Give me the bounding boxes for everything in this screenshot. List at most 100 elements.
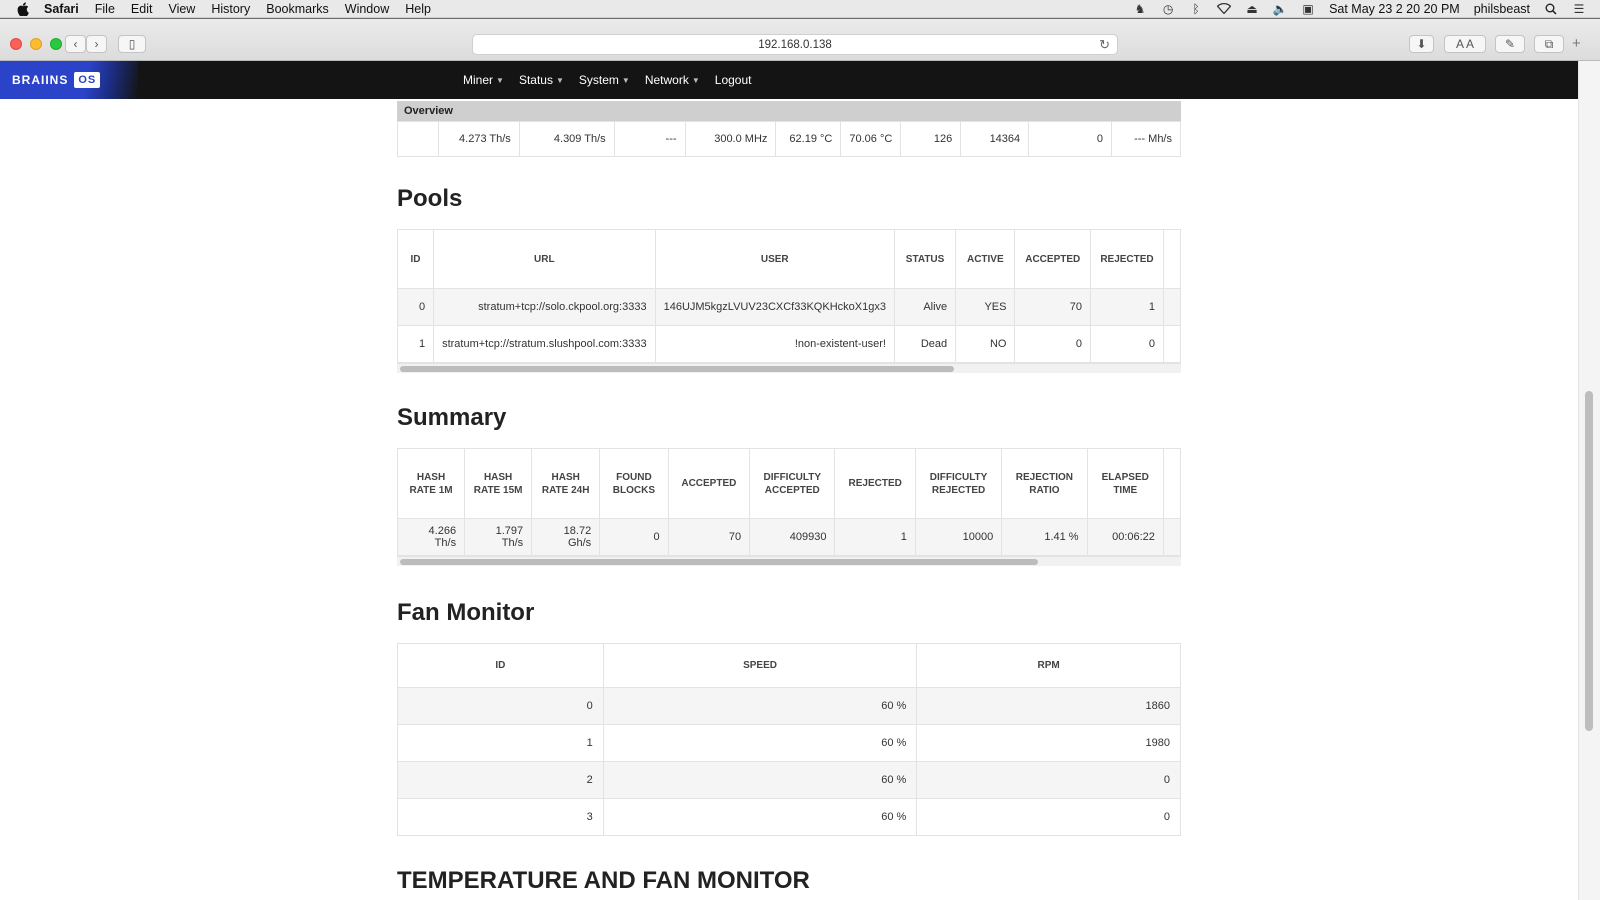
pool-rejected: 1 <box>1090 288 1164 326</box>
close-window-button[interactable] <box>10 38 22 50</box>
nav-system-label: System <box>578 73 619 87</box>
menu-history[interactable]: History <box>211 2 250 16</box>
nav-miner[interactable]: Miner ▼ <box>463 73 504 87</box>
summary-accepted: 70 <box>667 518 751 556</box>
pen-icon: ✎ <box>1504 37 1516 51</box>
overview-table: 4.273 Th/s 4.309 Th/s --- 300.0 MHz 62.1… <box>397 121 1182 157</box>
wifi-icon[interactable] <box>1217 2 1232 16</box>
minimize-window-button[interactable] <box>30 38 42 50</box>
text-size-button[interactable]: A A <box>1444 35 1486 53</box>
overview-cell: --- Mh/s <box>1110 121 1182 157</box>
spotlight-search-icon[interactable] <box>1544 2 1558 16</box>
fullscreen-window-button[interactable] <box>50 38 62 50</box>
summary-found-blocks: 0 <box>599 518 669 556</box>
pool-id: 0 <box>396 288 435 326</box>
top-navbar: BRAIINS OS Miner ▼ Status ▼ System ▼ Networ… <box>0 61 1578 99</box>
pool-rejected: 0 <box>1090 325 1164 363</box>
input-source-icon[interactable]: ▣ <box>1301 2 1315 16</box>
table-row: 3 60 % 0 <box>397 798 1181 836</box>
new-tab-button[interactable]: + <box>1572 35 1581 52</box>
fan-rpm: 1980 <box>916 724 1181 762</box>
fan-id: 0 <box>397 687 604 725</box>
text-size-icon: A A <box>1455 37 1475 51</box>
menu-window[interactable]: Window <box>345 2 389 16</box>
summary-col-more <box>1162 448 1182 519</box>
menu-view[interactable]: View <box>168 2 195 16</box>
markup-button[interactable]: ✎ <box>1495 35 1525 53</box>
summary-col-hashrate-15m: HASH RATE 15M <box>464 448 533 519</box>
tab-overview-button[interactable]: ⧉ <box>1534 35 1564 53</box>
sidebar-icon: ▯ <box>128 37 136 51</box>
nav-system[interactable]: System ▼ <box>579 73 630 87</box>
summary-horizontal-scrollbar[interactable] <box>397 556 1181 566</box>
page-scroll-thumb[interactable] <box>1585 391 1593 731</box>
overview-cell: 4.273 Th/s <box>437 121 520 157</box>
download-icon: ⬇ <box>1416 37 1427 51</box>
summary-col-hashrate-1m: HASH RATE 1M <box>396 448 466 519</box>
nav-status-label: Status <box>518 73 553 87</box>
page-vertical-scrollbar[interactable] <box>1578 61 1600 900</box>
fan-col-speed: SPEED <box>602 643 918 688</box>
forward-button[interactable]: › <box>86 35 107 53</box>
reload-icon[interactable]: ↻ <box>1099 37 1110 53</box>
time-machine-icon[interactable]: ◷ <box>1161 2 1175 16</box>
pool-accepted: 0 <box>1014 325 1092 363</box>
summary-heading: Summary <box>397 404 507 431</box>
nav-logout-label: Logout <box>714 73 752 87</box>
menu-edit[interactable]: Edit <box>131 2 153 16</box>
fan-id: 3 <box>397 798 604 836</box>
table-row: 4.266 Th/s 1.797 Th/s 18.72 Gh/s 0 70 40… <box>396 518 1182 556</box>
pools-scroll-thumb[interactable] <box>400 366 954 372</box>
back-button[interactable]: ‹ <box>65 35 86 53</box>
summary-difficulty-rejected: 10000 <box>914 518 1003 556</box>
summary-difficulty-accepted: 409930 <box>749 518 836 556</box>
bluetooth-icon[interactable]: ᛒ <box>1189 2 1203 16</box>
overview-row: 4.273 Th/s 4.309 Th/s --- 300.0 MHz 62.1… <box>397 121 1182 157</box>
fan-rpm: 0 <box>916 798 1181 836</box>
web-page: BRAIINS OS Miner ▼ Status ▼ System ▼ Networ… <box>0 61 1578 900</box>
nav-logout[interactable]: Logout <box>715 73 752 87</box>
downloads-button[interactable]: ⬇ <box>1409 35 1434 53</box>
menu-file[interactable]: File <box>95 2 115 16</box>
pools-col-id: ID <box>396 229 435 289</box>
address-bar[interactable]: 192.168.0.138 ↻ <box>472 34 1118 55</box>
menu-bookmarks[interactable]: Bookmarks <box>266 2 329 16</box>
nav-status[interactable]: Status ▼ <box>519 73 564 87</box>
summary-table: HASH RATE 1M HASH RATE 15M HASH RATE 24H… <box>396 448 1182 556</box>
sidebar-toggle-button[interactable]: ▯ <box>118 35 146 53</box>
menu-help[interactable]: Help <box>405 2 431 16</box>
notification-center-icon[interactable]: ☰ <box>1572 2 1586 16</box>
fan-col-id: ID <box>397 643 604 688</box>
pool-user: !non-existent-user! <box>654 325 895 363</box>
temperature-fan-monitor-heading: TEMPERATURE AND FAN MONITOR <box>397 867 810 894</box>
app-status-icon[interactable]: ♞ <box>1133 2 1147 16</box>
main-navigation: Miner ▼ Status ▼ System ▼ Network ▼ Logout <box>463 61 751 99</box>
pools-horizontal-scrollbar[interactable] <box>397 363 1181 373</box>
summary-rejected: 1 <box>834 518 916 556</box>
overview-cell: 14364 <box>960 121 1030 157</box>
table-row: 2 60 % 0 <box>397 761 1181 799</box>
overview-cell <box>397 121 439 157</box>
pools-col-url: URL <box>433 229 656 289</box>
summary-col-found-blocks: FOUND BLOCKS <box>599 448 669 519</box>
volume-icon[interactable]: 🔈 <box>1273 2 1288 16</box>
braiins-os-logo[interactable]: BRAIINS OS <box>0 61 138 99</box>
pools-col-rejected: REJECTED <box>1090 229 1164 289</box>
overview-cell: 126 <box>900 121 962 157</box>
apple-menu-icon[interactable] <box>16 1 30 16</box>
summary-scroll-thumb[interactable] <box>400 559 1038 565</box>
pool-status: Dead <box>893 325 957 363</box>
pools-col-active: ACTIVE <box>955 229 1016 289</box>
overview-cell: 0 <box>1028 121 1112 157</box>
pool-accepted: 70 <box>1014 288 1092 326</box>
summary-more <box>1162 518 1182 556</box>
pool-more <box>1162 288 1182 326</box>
summary-col-rejection-ratio: REJECTION RATIO <box>1001 448 1088 519</box>
menu-bar-user[interactable]: philsbeast <box>1474 2 1530 16</box>
nav-network[interactable]: Network ▼ <box>645 73 700 87</box>
menu-app-safari[interactable]: Safari <box>44 2 79 16</box>
safari-window: ‹ › ▯ 192.168.0.138 ↻ ⬇ A A ✎ ⧉ + BRAIIN… <box>0 19 1600 900</box>
overview-header: Overview <box>397 101 1181 121</box>
menu-bar-clock[interactable]: Sat May 23 2 20 20 PM <box>1329 2 1460 16</box>
eject-icon[interactable]: ⏏ <box>1245 2 1259 16</box>
